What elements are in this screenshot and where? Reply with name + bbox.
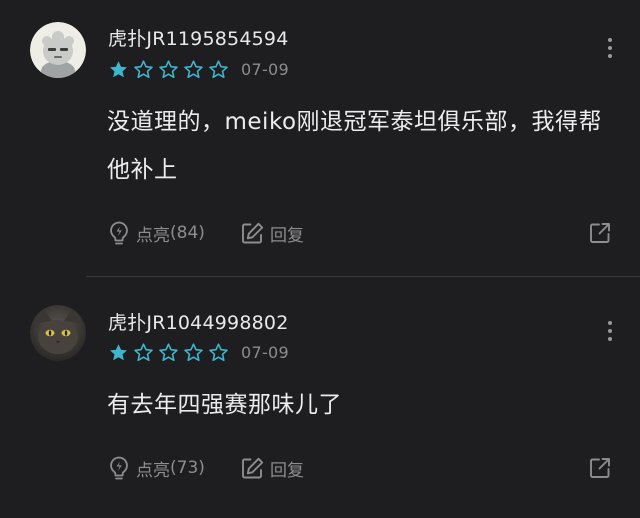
avatar[interactable] — [30, 305, 86, 361]
avatar[interactable] — [30, 22, 86, 78]
comment-date: 07-09 — [241, 342, 289, 362]
rating-row: 07-09 — [108, 58, 289, 80]
light-count: (73) — [170, 458, 205, 478]
comment-actions: 点亮 (84) 回复 — [107, 216, 617, 250]
light-button[interactable]: 点亮 (73) — [107, 451, 205, 485]
comment-text: 没道理的，meiko刚退冠军泰坦俱乐部，我得帮他补上 — [107, 109, 603, 183]
reply-button[interactable]: 回复 — [240, 216, 304, 250]
star-outline-icon — [134, 59, 153, 78]
username[interactable]: 虎扑JR1044998802 — [108, 308, 289, 335]
share-icon — [590, 223, 610, 243]
star-outline-icon — [209, 59, 228, 78]
edit-icon — [242, 457, 264, 478]
reply-label: 回复 — [270, 460, 304, 481]
light-count: (84) — [170, 223, 205, 243]
star-outline-icon — [184, 59, 203, 78]
share-button[interactable] — [588, 216, 617, 250]
star-outline-icon — [134, 342, 153, 361]
comment-item: 虎扑JR1195854594 07-09 没道理的，meiko刚退冠军泰坦俱乐部… — [0, 0, 640, 276]
comment-text: 有去年四强赛那味儿了 — [107, 392, 342, 418]
star-filled-icon — [110, 60, 127, 77]
reply-label: 回复 — [270, 225, 304, 246]
comment-actions: 点亮 (73) 回复 — [107, 451, 617, 485]
star-outline-icon — [184, 342, 203, 361]
star-filled-icon — [110, 343, 127, 360]
more-vertical-icon[interactable] — [606, 321, 614, 345]
more-vertical-icon[interactable] — [606, 38, 614, 62]
edit-icon — [242, 222, 264, 243]
rating-row: 07-09 — [108, 341, 289, 363]
reply-button[interactable]: 回复 — [240, 451, 304, 485]
light-label: 点亮 — [136, 460, 170, 481]
comment-item: 虎扑JR1044998802 07-09 有去年四强赛那味儿了 点亮 (73) … — [0, 277, 640, 518]
lightbulb-icon — [110, 456, 128, 480]
comment-date: 07-09 — [241, 59, 289, 79]
username[interactable]: 虎扑JR1195854594 — [108, 24, 289, 51]
cat-avatar-icon — [30, 305, 86, 361]
light-label: 点亮 — [136, 225, 170, 246]
share-button[interactable] — [588, 451, 617, 485]
cartoon-avatar-icon — [30, 22, 86, 78]
star-outline-icon — [159, 342, 178, 361]
share-icon — [590, 458, 610, 478]
star-outline-icon — [209, 342, 228, 361]
lightbulb-icon — [110, 221, 128, 245]
star-outline-icon — [159, 59, 178, 78]
light-button[interactable]: 点亮 (84) — [107, 216, 205, 250]
